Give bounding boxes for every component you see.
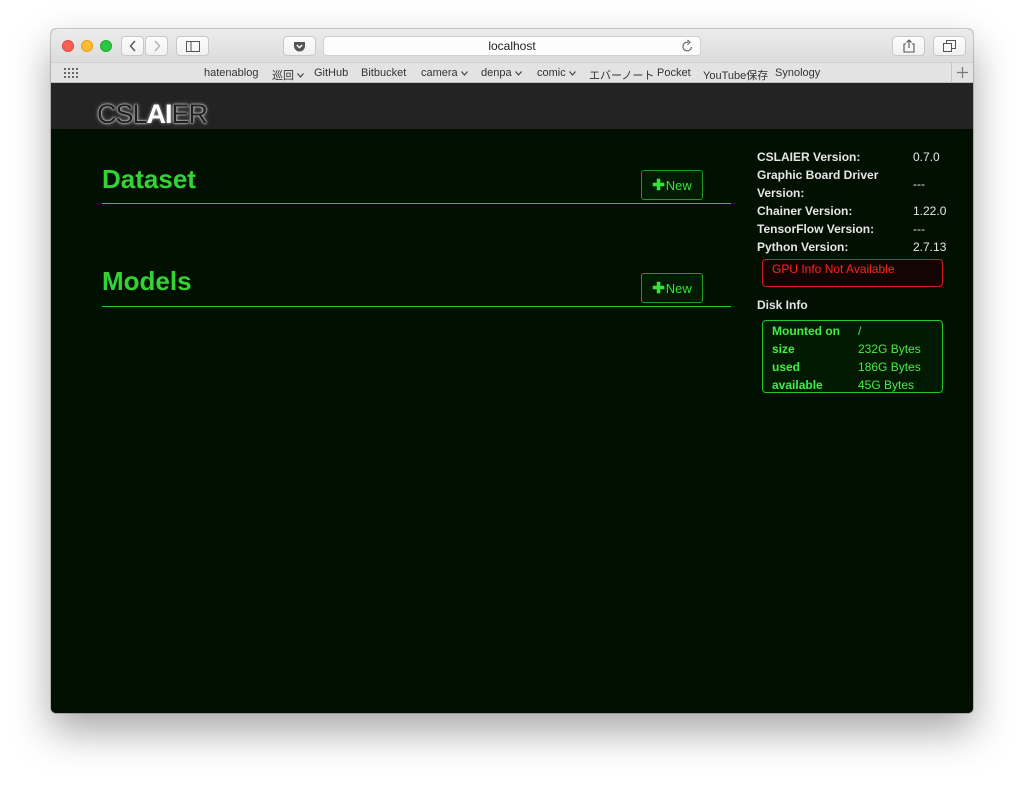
disk-size-row: size 232G Bytes (772, 342, 921, 356)
tabs-icon (943, 40, 956, 52)
share-button[interactable] (892, 36, 925, 56)
sidebar-icon (185, 40, 200, 52)
bookmark-junkai[interactable]: 巡回 (272, 67, 304, 83)
chevron-down-icon (297, 72, 304, 78)
minimize-window-button[interactable] (81, 40, 93, 52)
bookmark-github[interactable]: GitHub (314, 67, 348, 79)
bookmark-comic[interactable]: comic (537, 67, 576, 79)
bookmark-pocket[interactable]: Pocket (657, 67, 691, 79)
disk-info-heading: Disk Info (757, 298, 808, 312)
disk-used-row: used 186G Bytes (772, 360, 921, 374)
models-heading: Models (102, 266, 192, 296)
models-divider (102, 306, 731, 307)
address-bar[interactable]: localhost (323, 36, 701, 56)
dataset-divider (102, 203, 731, 204)
app-logo[interactable]: CSLAIER (97, 99, 208, 130)
chevron-down-icon (514, 70, 522, 76)
disk-mounted-row: Mounted on / (772, 324, 862, 338)
browser-window: localhost hatenablog 巡回 GitHub Bitbucket… (51, 29, 973, 713)
share-icon (902, 39, 915, 53)
bookmark-youtube[interactable]: YouTube保存 (703, 67, 768, 83)
browser-toolbar: localhost (51, 29, 973, 62)
new-dataset-button[interactable]: ✚ New (641, 170, 703, 200)
sidebar-toggle-button[interactable] (176, 36, 209, 56)
chevron-down-icon (460, 70, 468, 76)
close-window-button[interactable] (62, 40, 74, 52)
new-model-button[interactable]: ✚ New (641, 273, 703, 303)
tabs-overview-button[interactable] (933, 36, 966, 56)
dataset-heading: Dataset (102, 164, 196, 194)
bookmark-bitbucket[interactable]: Bitbucket (361, 67, 406, 79)
grid-icon[interactable] (64, 68, 78, 78)
bookmark-synology[interactable]: Synology (775, 67, 820, 79)
app-header: CSLAIER (51, 83, 973, 129)
bookmarks-bar: hatenablog 巡回 GitHub Bitbucket camera de… (51, 62, 973, 83)
forward-button[interactable] (145, 36, 168, 56)
chevron-down-icon (568, 70, 576, 76)
chevron-right-icon (153, 40, 161, 52)
disk-available-row: available 45G Bytes (772, 378, 915, 392)
plus-icon: ✚ (652, 280, 665, 297)
bookmark-evernote[interactable]: エバーノート (589, 67, 654, 83)
disk-info-box: Mounted on / size 232G Bytes used 186G B… (762, 320, 943, 393)
plus-icon: ✚ (652, 177, 665, 194)
url-text: localhost (488, 39, 536, 53)
pocket-icon (294, 41, 305, 51)
main-content: Dataset ✚ New Models ✚ New CSLAIER Version… (51, 129, 973, 713)
pocket-button[interactable] (283, 36, 316, 56)
back-button[interactable] (121, 36, 144, 56)
bookmark-camera[interactable]: camera (421, 67, 468, 79)
plus-icon (957, 67, 968, 78)
bookmark-denpa[interactable]: denpa (481, 67, 522, 79)
zoom-window-button[interactable] (100, 40, 112, 52)
chevron-left-icon (128, 40, 136, 52)
reload-icon[interactable] (681, 39, 694, 53)
bookmark-hatenablog[interactable]: hatenablog (204, 67, 258, 79)
gpu-info-alert: GPU Info Not Available (762, 259, 943, 287)
add-bookmark-button[interactable] (951, 63, 973, 82)
